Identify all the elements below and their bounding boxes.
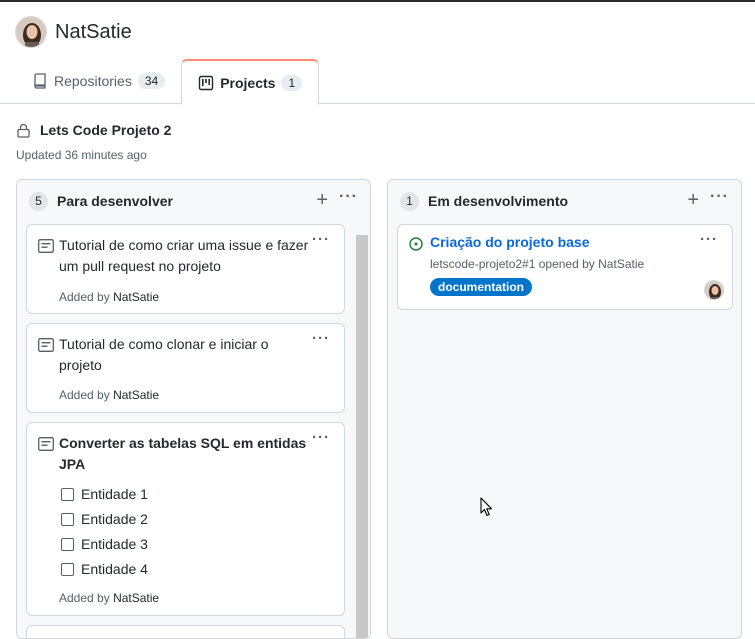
column-menu-button[interactable]: ···: [339, 188, 358, 206]
issue-author[interactable]: NatSatie: [598, 257, 644, 271]
add-card-button[interactable]: +: [687, 190, 699, 210]
add-card-button[interactable]: +: [316, 190, 328, 210]
issue-opened-icon: [409, 237, 423, 251]
task-label: Entidade 3: [81, 536, 148, 552]
card-title: Tutorial de como criar uma issue e fazer…: [59, 237, 309, 274]
added-user[interactable]: NatSatie: [113, 290, 159, 304]
task-checkbox[interactable]: [61, 537, 74, 551]
column-name: Em desenvolvimento: [428, 193, 569, 209]
added-user[interactable]: NatSatie: [113, 388, 159, 402]
project-name[interactable]: Lets Code Projeto 2: [40, 122, 171, 138]
task-label: Entidade 4: [81, 561, 148, 577]
issue-card[interactable]: Criação do projeto base ··· letscode-pro…: [397, 224, 733, 310]
task-item[interactable]: Entidade 3: [61, 536, 148, 552]
mouse-cursor-icon: [480, 497, 494, 522]
tab-counter: 34: [137, 73, 166, 89]
column-para-desenvolver: 5 Para desenvolver + ··· Tutorial de com…: [16, 179, 371, 639]
card-menu-button[interactable]: ···: [700, 231, 718, 248]
note-icon: [38, 437, 54, 451]
username[interactable]: NatSatie: [55, 21, 132, 44]
card-added-by: Added by NatSatie: [59, 290, 159, 304]
project-title: Lets Code Projeto 2: [17, 122, 171, 138]
repo-icon: [32, 73, 48, 89]
column-count: 5: [29, 191, 48, 211]
task-checkbox[interactable]: [61, 487, 74, 501]
label-documentation[interactable]: documentation: [430, 278, 532, 296]
added-prefix: Added by: [59, 388, 110, 402]
task-item[interactable]: Entidade 2: [61, 511, 148, 527]
profile-header: NatSatie Repositories 34 Projects 1: [0, 2, 755, 105]
task-checkbox[interactable]: [61, 512, 74, 526]
tab-label: Projects: [220, 74, 276, 91]
tab-counter: 1: [281, 74, 303, 91]
issue-title-link[interactable]: Criação do projeto base: [430, 234, 589, 250]
project-icon: [198, 75, 214, 91]
assignee-avatar[interactable]: [704, 280, 724, 300]
task-item[interactable]: Entidade 4: [61, 561, 148, 577]
card-menu-button[interactable]: ···: [312, 429, 330, 446]
card-title: Converter as tabelas SQL em entidas JPA: [59, 435, 307, 472]
task-checkbox[interactable]: [61, 562, 74, 576]
user-block: NatSatie: [15, 16, 132, 48]
added-prefix: Added by: [59, 290, 110, 304]
project-updated: Updated 36 minutes ago: [16, 148, 147, 162]
note-card[interactable]: Tutorial de como clonar e iniciar o proj…: [26, 323, 345, 413]
column-scrollbar[interactable]: [356, 235, 368, 638]
added-user[interactable]: NatSatie: [113, 591, 159, 605]
tab-projects[interactable]: Projects 1: [181, 59, 320, 105]
column-count: 1: [400, 191, 419, 211]
note-icon: [38, 239, 54, 253]
column-em-desenvolvimento: 1 Em desenvolvimento + ··· Criação do pr…: [387, 179, 742, 639]
column-menu-button[interactable]: ···: [710, 188, 729, 206]
note-icon: [38, 338, 54, 352]
avatar[interactable]: [15, 16, 47, 48]
card-added-by: Added by NatSatie: [59, 388, 159, 402]
issue-meta: letscode-projeto2#1 opened by NatSatie: [430, 257, 644, 271]
added-prefix: Added by: [59, 591, 110, 605]
card-menu-button[interactable]: ···: [312, 231, 330, 248]
task-item[interactable]: Entidade 1: [61, 486, 148, 502]
issue-ref[interactable]: letscode-projeto2#1 opened by: [430, 257, 595, 271]
column-name: Para desenvolver: [57, 193, 173, 209]
card-menu-button[interactable]: ···: [312, 330, 330, 347]
task-label: Entidade 1: [81, 486, 148, 502]
lock-icon: [17, 123, 30, 138]
note-card[interactable]: Tutorial de como criar uma issue e fazer…: [26, 224, 345, 314]
note-card[interactable]: Converter as tabelas SQL em entidas JPA …: [26, 422, 345, 616]
tab-label: Repositories: [54, 73, 132, 89]
note-card[interactable]: [26, 625, 345, 638]
card-title: Tutorial de como clonar e iniciar o proj…: [59, 336, 269, 373]
task-label: Entidade 2: [81, 511, 148, 527]
profile-tabs: Repositories 34 Projects 1: [16, 59, 320, 105]
card-added-by: Added by NatSatie: [59, 591, 159, 605]
tab-repositories[interactable]: Repositories 34: [16, 59, 181, 103]
